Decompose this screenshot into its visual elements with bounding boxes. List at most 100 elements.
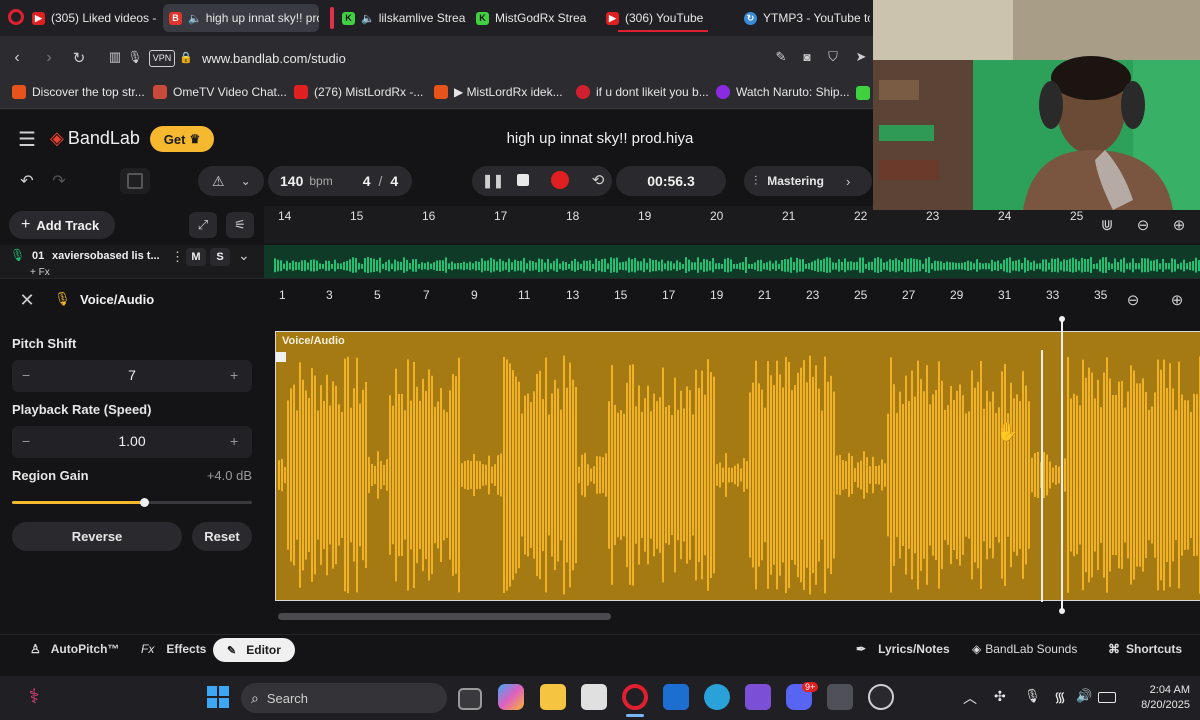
metronome-dropdown[interactable]: ⚠ ⌄ bbox=[198, 166, 264, 196]
horizontal-scrollbar[interactable] bbox=[278, 613, 611, 620]
autopitch-tab[interactable]: ♙ AutoPitch™ bbox=[30, 642, 119, 656]
lyrics-notes-button[interactable]: ✒ Lyrics/Notes bbox=[856, 642, 950, 656]
time-signature-numerator[interactable]: 4 bbox=[363, 173, 371, 189]
track-fx-button[interactable]: + Fx bbox=[30, 267, 50, 278]
battery-icon[interactable] bbox=[1098, 692, 1116, 703]
bookmark-item[interactable]: if u dont likeit you b... bbox=[576, 85, 709, 99]
chevron-down-icon[interactable]: ⌄ bbox=[238, 247, 250, 264]
back-icon[interactable]: ‹ bbox=[6, 47, 28, 69]
tab-youtube[interactable]: ▶ (306) YouTube bbox=[606, 4, 734, 32]
microphone-icon[interactable]: 🎙 bbox=[1024, 688, 1041, 704]
shortcuts-button[interactable]: ⌘ Shortcuts bbox=[1108, 642, 1182, 656]
track-settings-icon[interactable]: ⚟ bbox=[226, 212, 254, 238]
obs-icon[interactable] bbox=[868, 684, 894, 710]
bookmark-item[interactable]: Watch Naruto: Ship... bbox=[716, 85, 850, 99]
magnet-snap-icon[interactable]: ⋓ bbox=[1096, 214, 1118, 236]
edit-icon[interactable]: ✎ bbox=[772, 48, 790, 66]
opera-icon[interactable] bbox=[8, 9, 24, 25]
stop-icon[interactable] bbox=[517, 174, 529, 186]
shield-icon[interactable]: ⛉ bbox=[824, 48, 842, 66]
tab-mistgodrx[interactable]: K MistGodRx Strea bbox=[476, 4, 596, 32]
pinned-app-icon[interactable]: ⚕ bbox=[22, 684, 46, 710]
track-lane[interactable] bbox=[264, 245, 1200, 278]
editor-ruler[interactable]: 1 3 5 7 9 11 13 15 17 19 21 23 25 27 29 … bbox=[264, 282, 1124, 312]
bandlab-logo[interactable]: ◈ BandLab bbox=[50, 128, 140, 149]
tab-bandlab-studio[interactable]: B 🔈 high up innat sky!! pro bbox=[163, 4, 319, 32]
close-editor-icon[interactable]: ✕ bbox=[16, 289, 38, 311]
loop-end-marker[interactable] bbox=[1041, 350, 1043, 602]
redo-icon[interactable]: ↷ bbox=[48, 170, 70, 192]
pause-icon[interactable]: ❚❚ bbox=[482, 171, 504, 191]
tool-select-icon[interactable] bbox=[120, 168, 150, 194]
reverse-button[interactable]: Reverse bbox=[12, 522, 182, 551]
mastering-button[interactable]: ⫶ Mastering › bbox=[744, 166, 872, 196]
get-membership-button[interactable]: Get ♛ bbox=[150, 126, 214, 152]
media-app-icon[interactable] bbox=[745, 684, 771, 710]
microsoft-store-icon[interactable] bbox=[581, 684, 607, 710]
opera-browser-icon[interactable] bbox=[622, 684, 648, 710]
add-track-button[interactable]: + Add Track bbox=[9, 211, 115, 239]
bandlab-sounds-button[interactable]: ◈ BandLab Sounds bbox=[972, 642, 1077, 656]
plus-icon[interactable]: + bbox=[230, 433, 238, 449]
undo-icon[interactable]: ↶ bbox=[16, 170, 38, 192]
hamburger-menu-icon[interactable]: ☰ bbox=[16, 129, 38, 151]
tray-app-icon[interactable]: ✣ bbox=[994, 688, 1006, 705]
split-view-icon[interactable]: ▥ bbox=[106, 48, 124, 66]
solo-button[interactable]: S bbox=[210, 248, 230, 266]
camera-icon[interactable]: ◙ bbox=[798, 48, 816, 66]
zoom-in-icon[interactable]: ⊕ bbox=[1166, 289, 1188, 311]
url-text[interactable]: www.bandlab.com/studio bbox=[202, 51, 346, 66]
bookmark-item[interactable]: Discover the top str... bbox=[12, 85, 145, 99]
effects-tab[interactable]: Fx Effects bbox=[141, 642, 206, 656]
track-name[interactable]: xaviersobased lis t... bbox=[52, 250, 160, 262]
region-gain-slider[interactable] bbox=[12, 498, 252, 507]
reset-button[interactable]: Reset bbox=[192, 522, 252, 551]
copilot-icon[interactable] bbox=[498, 684, 524, 710]
volume-icon[interactable]: 🔊 bbox=[1076, 688, 1092, 704]
tempo-meter[interactable]: 140 bpm 4 / 4 bbox=[268, 166, 412, 196]
speaker-icon[interactable]: 🔈 bbox=[188, 12, 202, 25]
bookmark-item[interactable]: (276) MistLordRx -... bbox=[294, 85, 423, 99]
taskbar-search[interactable]: ⌕ Search bbox=[241, 683, 447, 713]
kick-icon[interactable] bbox=[856, 86, 870, 100]
camera-app-icon[interactable] bbox=[827, 684, 853, 710]
lock-icon[interactable]: 🔒 bbox=[178, 49, 194, 65]
playhead-bottom-handle[interactable] bbox=[1059, 608, 1065, 614]
playback-rate-value[interactable]: 1.00 bbox=[12, 433, 252, 449]
playhead-top-handle[interactable] bbox=[1059, 316, 1065, 322]
file-explorer-icon[interactable] bbox=[540, 684, 566, 710]
tab-liked-videos[interactable]: ▶ (305) Liked videos - bbox=[32, 4, 156, 32]
record-icon[interactable] bbox=[551, 171, 569, 189]
tab-lilskamlive[interactable]: K 🔈 lilskamlive Stream bbox=[342, 4, 466, 32]
vpn-badge[interactable]: VPN bbox=[149, 50, 175, 67]
zoom-in-icon[interactable]: ⊕ bbox=[1168, 214, 1190, 236]
reload-icon[interactable]: ↻ bbox=[68, 47, 90, 69]
time-signature-denominator[interactable]: 4 bbox=[390, 173, 398, 189]
clock[interactable]: 2:04 AM 8/20/2025 bbox=[1120, 683, 1190, 713]
editor-tab[interactable]: ✎ Editor bbox=[213, 638, 295, 662]
region-gain-slider-knob[interactable] bbox=[140, 498, 149, 507]
playback-rate-stepper[interactable]: − 1.00 + bbox=[12, 426, 252, 458]
time-display[interactable]: 00:56.3 bbox=[616, 166, 726, 196]
chevron-up-icon[interactable]: ︿ bbox=[963, 688, 977, 708]
windows-start-icon[interactable] bbox=[207, 686, 229, 708]
bookmark-item[interactable]: OmeTV Video Chat... bbox=[153, 85, 287, 99]
bookmark-item[interactable]: ▶ MistLordRx idek... bbox=[434, 85, 563, 99]
pitch-shift-stepper[interactable]: − 7 + bbox=[12, 360, 252, 392]
forward-icon[interactable]: › bbox=[38, 47, 60, 69]
project-title[interactable]: high up innat sky!! prod.hiya bbox=[430, 130, 770, 147]
playhead[interactable] bbox=[1061, 318, 1063, 612]
microphone-icon[interactable]: 🎙 bbox=[126, 48, 144, 66]
top-ruler[interactable]: 14 15 16 17 18 19 20 21 22 23 24 25 bbox=[264, 206, 1200, 244]
track-menu-icon[interactable]: ⋮ bbox=[171, 249, 184, 265]
bpm-value[interactable]: 140 bbox=[280, 173, 303, 189]
tab-ytmp3[interactable]: ↻ YTMP3 - YouTube to bbox=[744, 4, 870, 32]
pitch-shift-value[interactable]: 7 bbox=[12, 367, 252, 383]
mute-button[interactable]: M bbox=[186, 248, 206, 266]
edge-icon[interactable] bbox=[704, 684, 730, 710]
zoom-out-icon[interactable]: ⊖ bbox=[1132, 214, 1154, 236]
loop-icon[interactable]: ⟲ bbox=[588, 170, 608, 190]
wifi-icon[interactable]: ᯾ bbox=[1054, 688, 1066, 707]
plus-icon[interactable]: + bbox=[230, 367, 238, 383]
automation-icon[interactable]: ⤢ bbox=[189, 212, 217, 238]
